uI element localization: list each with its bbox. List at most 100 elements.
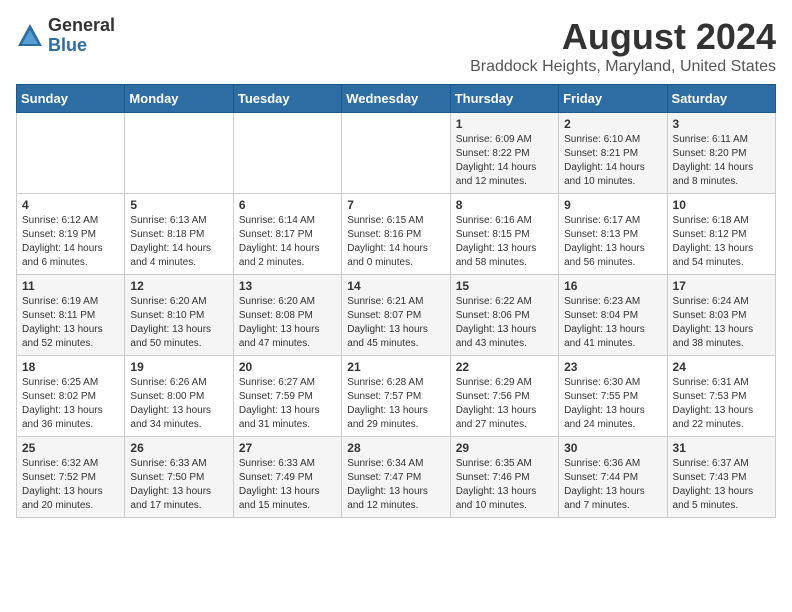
day-number: 13 xyxy=(239,279,336,293)
day-number: 2 xyxy=(564,117,661,131)
calendar-cell: 5 Sunrise: 6:13 AMSunset: 8:18 PMDaylight… xyxy=(125,194,233,275)
day-info: Sunrise: 6:34 AMSunset: 7:47 PMDaylight:… xyxy=(347,457,444,513)
day-number: 21 xyxy=(347,360,444,374)
day-info: Sunrise: 6:19 AMSunset: 8:11 PMDaylight:… xyxy=(22,295,119,351)
day-number: 19 xyxy=(130,360,227,374)
header-saturday: Saturday xyxy=(667,85,775,113)
day-info: Sunrise: 6:12 AMSunset: 8:19 PMDaylight:… xyxy=(22,214,119,270)
day-number: 30 xyxy=(564,441,661,455)
logo-general: General xyxy=(48,16,115,36)
logo-blue: Blue xyxy=(48,36,115,56)
day-number: 9 xyxy=(564,198,661,212)
day-number: 12 xyxy=(130,279,227,293)
day-number: 10 xyxy=(673,198,770,212)
calendar-cell: 24 Sunrise: 6:31 AMSunset: 7:53 PMDayligh… xyxy=(667,356,775,437)
day-info: Sunrise: 6:36 AMSunset: 7:44 PMDaylight:… xyxy=(564,457,661,513)
day-number: 20 xyxy=(239,360,336,374)
logo: General Blue xyxy=(16,16,115,56)
day-info: Sunrise: 6:28 AMSunset: 7:57 PMDaylight:… xyxy=(347,376,444,432)
day-info: Sunrise: 6:21 AMSunset: 8:07 PMDaylight:… xyxy=(347,295,444,351)
header-friday: Friday xyxy=(559,85,667,113)
week-row-2: 4 Sunrise: 6:12 AMSunset: 8:19 PMDaylight… xyxy=(17,194,776,275)
day-number: 31 xyxy=(673,441,770,455)
calendar-cell: 29 Sunrise: 6:35 AMSunset: 7:46 PMDayligh… xyxy=(450,437,558,518)
day-info: Sunrise: 6:22 AMSunset: 8:06 PMDaylight:… xyxy=(456,295,553,351)
day-number: 17 xyxy=(673,279,770,293)
day-number: 5 xyxy=(130,198,227,212)
day-info: Sunrise: 6:33 AMSunset: 7:49 PMDaylight:… xyxy=(239,457,336,513)
calendar-cell: 27 Sunrise: 6:33 AMSunset: 7:49 PMDayligh… xyxy=(233,437,341,518)
calendar-cell: 15 Sunrise: 6:22 AMSunset: 8:06 PMDayligh… xyxy=(450,275,558,356)
calendar-cell: 11 Sunrise: 6:19 AMSunset: 8:11 PMDayligh… xyxy=(17,275,125,356)
day-number: 7 xyxy=(347,198,444,212)
calendar-cell: 19 Sunrise: 6:26 AMSunset: 8:00 PMDayligh… xyxy=(125,356,233,437)
calendar-cell: 8 Sunrise: 6:16 AMSunset: 8:15 PMDaylight… xyxy=(450,194,558,275)
day-number: 18 xyxy=(22,360,119,374)
calendar-cell xyxy=(233,113,341,194)
day-info: Sunrise: 6:17 AMSunset: 8:13 PMDaylight:… xyxy=(564,214,661,270)
day-number: 28 xyxy=(347,441,444,455)
day-info: Sunrise: 6:09 AMSunset: 8:22 PMDaylight:… xyxy=(456,133,553,189)
day-info: Sunrise: 6:24 AMSunset: 8:03 PMDaylight:… xyxy=(673,295,770,351)
day-number: 26 xyxy=(130,441,227,455)
day-info: Sunrise: 6:23 AMSunset: 8:04 PMDaylight:… xyxy=(564,295,661,351)
calendar-header-row: SundayMondayTuesdayWednesdayThursdayFrid… xyxy=(17,85,776,113)
calendar-cell: 20Sunrise: 6:27 AMSunset: 7:59 PMDayligh… xyxy=(233,356,341,437)
calendar-cell: 31Sunrise: 6:37 AMSunset: 7:43 PMDayligh… xyxy=(667,437,775,518)
calendar-cell: 12Sunrise: 6:20 AMSunset: 8:10 PMDayligh… xyxy=(125,275,233,356)
day-number: 24 xyxy=(673,360,770,374)
day-number: 29 xyxy=(456,441,553,455)
calendar-cell: 9 Sunrise: 6:17 AMSunset: 8:13 PMDaylight… xyxy=(559,194,667,275)
calendar-cell: 25Sunrise: 6:32 AMSunset: 7:52 PMDayligh… xyxy=(17,437,125,518)
week-row-5: 25Sunrise: 6:32 AMSunset: 7:52 PMDayligh… xyxy=(17,437,776,518)
calendar-cell: 23 Sunrise: 6:30 AMSunset: 7:55 PMDayligh… xyxy=(559,356,667,437)
week-row-3: 11 Sunrise: 6:19 AMSunset: 8:11 PMDayligh… xyxy=(17,275,776,356)
calendar-cell: 2Sunrise: 6:10 AMSunset: 8:21 PMDaylight… xyxy=(559,113,667,194)
calendar-cell: 18Sunrise: 6:25 AMSunset: 8:02 PMDayligh… xyxy=(17,356,125,437)
header-monday: Monday xyxy=(125,85,233,113)
day-info: Sunrise: 6:26 AMSunset: 8:00 PMDaylight:… xyxy=(130,376,227,432)
page-header: General Blue August 2024 Braddock Height… xyxy=(16,16,776,76)
day-info: Sunrise: 6:16 AMSunset: 8:15 PMDaylight:… xyxy=(456,214,553,270)
week-row-4: 18Sunrise: 6:25 AMSunset: 8:02 PMDayligh… xyxy=(17,356,776,437)
calendar-cell: 28 Sunrise: 6:34 AMSunset: 7:47 PMDayligh… xyxy=(342,437,450,518)
title-block: August 2024 Braddock Heights, Maryland, … xyxy=(470,16,776,76)
week-row-1: 1 Sunrise: 6:09 AMSunset: 8:22 PMDaylight… xyxy=(17,113,776,194)
day-number: 27 xyxy=(239,441,336,455)
day-number: 16 xyxy=(564,279,661,293)
day-number: 14 xyxy=(347,279,444,293)
day-number: 23 xyxy=(564,360,661,374)
calendar-table: SundayMondayTuesdayWednesdayThursdayFrid… xyxy=(16,84,776,518)
day-number: 4 xyxy=(22,198,119,212)
calendar-cell: 22Sunrise: 6:29 AMSunset: 7:56 PMDayligh… xyxy=(450,356,558,437)
day-info: Sunrise: 6:33 AMSunset: 7:50 PMDaylight:… xyxy=(130,457,227,513)
calendar-cell xyxy=(17,113,125,194)
day-info: Sunrise: 6:11 AMSunset: 8:20 PMDaylight:… xyxy=(673,133,770,189)
day-info: Sunrise: 6:14 AMSunset: 8:17 PMDaylight:… xyxy=(239,214,336,270)
day-info: Sunrise: 6:20 AMSunset: 8:08 PMDaylight:… xyxy=(239,295,336,351)
day-number: 15 xyxy=(456,279,553,293)
calendar-cell: 14 Sunrise: 6:21 AMSunset: 8:07 PMDayligh… xyxy=(342,275,450,356)
day-number: 25 xyxy=(22,441,119,455)
header-sunday: Sunday xyxy=(17,85,125,113)
calendar-cell: 4 Sunrise: 6:12 AMSunset: 8:19 PMDaylight… xyxy=(17,194,125,275)
calendar-cell: 1 Sunrise: 6:09 AMSunset: 8:22 PMDaylight… xyxy=(450,113,558,194)
day-number: 6 xyxy=(239,198,336,212)
calendar-cell: 10Sunrise: 6:18 AMSunset: 8:12 PMDayligh… xyxy=(667,194,775,275)
day-info: Sunrise: 6:29 AMSunset: 7:56 PMDaylight:… xyxy=(456,376,553,432)
day-info: Sunrise: 6:30 AMSunset: 7:55 PMDaylight:… xyxy=(564,376,661,432)
day-info: Sunrise: 6:31 AMSunset: 7:53 PMDaylight:… xyxy=(673,376,770,432)
calendar-cell: 16 Sunrise: 6:23 AMSunset: 8:04 PMDayligh… xyxy=(559,275,667,356)
day-number: 11 xyxy=(22,279,119,293)
calendar-cell: 6 Sunrise: 6:14 AMSunset: 8:17 PMDaylight… xyxy=(233,194,341,275)
day-info: Sunrise: 6:35 AMSunset: 7:46 PMDaylight:… xyxy=(456,457,553,513)
day-number: 3 xyxy=(673,117,770,131)
day-info: Sunrise: 6:15 AMSunset: 8:16 PMDaylight:… xyxy=(347,214,444,270)
day-number: 1 xyxy=(456,117,553,131)
day-info: Sunrise: 6:13 AMSunset: 8:18 PMDaylight:… xyxy=(130,214,227,270)
calendar-cell: 17 Sunrise: 6:24 AMSunset: 8:03 PMDayligh… xyxy=(667,275,775,356)
calendar-cell: 3 Sunrise: 6:11 AMSunset: 8:20 PMDaylight… xyxy=(667,113,775,194)
day-number: 8 xyxy=(456,198,553,212)
calendar-cell: 13 Sunrise: 6:20 AMSunset: 8:08 PMDayligh… xyxy=(233,275,341,356)
calendar-cell xyxy=(342,113,450,194)
